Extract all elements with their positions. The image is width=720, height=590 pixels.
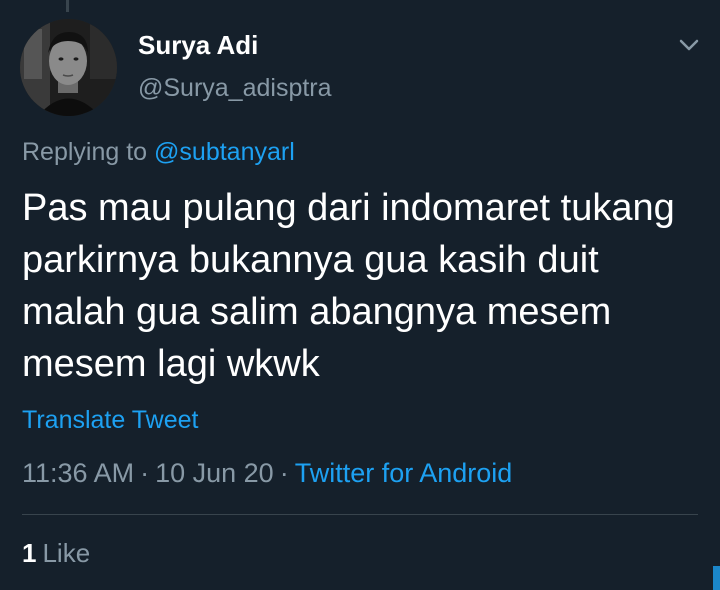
meta-separator: ·: [140, 458, 150, 488]
likes-label: Like: [42, 538, 91, 568]
tweet-meta: 11:36 AM · 10 Jun 20 · Twitter for Android: [22, 458, 512, 489]
tweet-text: Pas mau pulang dari indomaret tukang par…: [22, 187, 675, 385]
reply-mention-link[interactable]: @subtanyarl: [154, 138, 295, 166]
translate-tweet-link[interactable]: Translate Tweet: [22, 406, 198, 435]
likes-stat[interactable]: 1 Like: [22, 538, 90, 569]
meta-separator: ·: [279, 458, 289, 488]
scroll-indicator: [713, 566, 720, 590]
likes-count: 1: [22, 538, 37, 568]
replying-to-label: Replying to: [22, 138, 148, 166]
tweet-source-link[interactable]: Twitter for Android: [295, 458, 513, 488]
avatar[interactable]: [20, 19, 117, 116]
thread-connector-line: [66, 0, 69, 12]
tweet-date: 10 Jun 20: [155, 458, 274, 488]
tweet-time: 11:36 AM: [22, 458, 135, 488]
chevron-down-icon[interactable]: [676, 34, 702, 56]
author-display-name[interactable]: Surya Adi: [138, 30, 258, 61]
divider: [22, 514, 698, 515]
author-handle[interactable]: @Surya_adisptra: [138, 74, 332, 103]
replying-to-line: Replying to @subtanyarl: [22, 138, 295, 167]
profile-photo-icon: [20, 19, 117, 116]
